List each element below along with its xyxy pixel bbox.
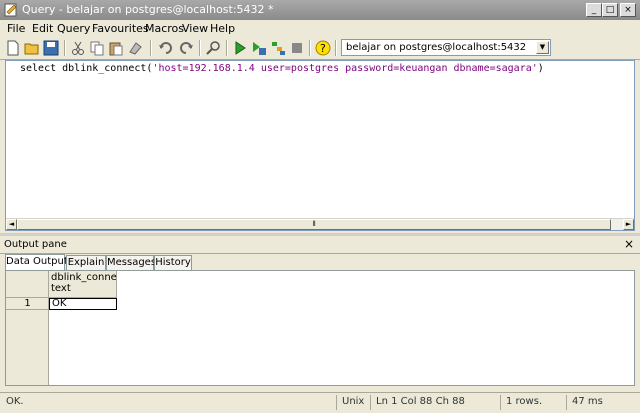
connection-value: belajar on postgres@localhost:5432: [346, 42, 527, 53]
connection-select[interactable]: belajar on postgres@localhost:5432 ▼: [341, 39, 551, 56]
row-number[interactable]: 1: [6, 298, 49, 310]
scroll-thumb[interactable]: ⦀: [17, 219, 611, 230]
close-button[interactable]: ×: [620, 3, 636, 17]
output-pane-title: Output pane: [4, 239, 67, 250]
help-icon[interactable]: ?: [315, 40, 331, 56]
tab-history[interactable]: History: [154, 255, 192, 270]
scroll-right-button[interactable]: ►: [623, 219, 634, 230]
execute-to-file-icon[interactable]: [251, 40, 267, 56]
column-header-label: dblink_conne text: [51, 272, 117, 294]
tab-explain[interactable]: Explain: [66, 255, 106, 270]
menu-help[interactable]: Help: [210, 22, 235, 35]
find-icon[interactable]: [205, 40, 221, 56]
tab-messages[interactable]: Messages: [106, 255, 156, 270]
status-message: OK.: [6, 396, 24, 407]
status-divider: [336, 395, 337, 410]
execute-icon[interactable]: [232, 40, 248, 56]
toolbar-separator: [150, 40, 152, 56]
cut-icon[interactable]: [70, 40, 86, 56]
grid-corner[interactable]: [6, 271, 49, 298]
column-header[interactable]: dblink_conne text: [49, 271, 117, 298]
toolbar-separator: [226, 40, 228, 56]
undo-icon[interactable]: [158, 40, 174, 56]
status-divider: [500, 395, 501, 410]
status-bar: OK. Unix Ln 1 Col 88 Ch 88 1 rows. 47 ms: [0, 392, 640, 413]
scroll-left-button[interactable]: ◄: [6, 219, 17, 230]
query-app-icon: [4, 3, 17, 17]
menu-query[interactable]: Query: [57, 22, 90, 35]
stop-icon[interactable]: [289, 40, 305, 56]
menu-bar: File Edit Query Favourites Macros View H…: [0, 20, 640, 37]
new-file-icon[interactable]: [5, 40, 21, 56]
sql-code-line: select dblink_connect('host=192.168.1.4 …: [20, 63, 544, 74]
toolbar-separator: [335, 40, 337, 56]
menu-favourites[interactable]: Favourites: [92, 22, 149, 35]
paste-icon[interactable]: [108, 40, 124, 56]
status-divider: [370, 395, 371, 410]
data-output-grid[interactable]: dblink_conne text 1 OK: [5, 270, 635, 386]
table-cell[interactable]: OK: [49, 298, 117, 310]
sql-editor[interactable]: select dblink_connect('host=192.168.1.4 …: [5, 60, 635, 231]
sql-code-prefix: select dblink_connect(: [20, 63, 153, 74]
title-bar: Query - belajar on postgres@localhost:54…: [0, 0, 640, 20]
redo-icon[interactable]: [178, 40, 194, 56]
explain-icon[interactable]: [270, 40, 286, 56]
maximize-button[interactable]: □: [602, 3, 618, 17]
status-line-endings: Unix: [342, 396, 365, 407]
menu-view[interactable]: View: [182, 22, 208, 35]
horizontal-scrollbar[interactable]: ◄ ⦀ ►: [6, 218, 634, 230]
menu-macros[interactable]: Macros: [145, 22, 184, 35]
window-title: Query - belajar on postgres@localhost:54…: [22, 3, 274, 16]
toolbar-separator: [64, 40, 66, 56]
clear-icon[interactable]: [127, 40, 143, 56]
status-row-count: 1 rows.: [506, 396, 543, 407]
sql-code-suffix: ): [537, 63, 544, 74]
menu-file[interactable]: File: [7, 22, 25, 35]
status-exec-time: 47 ms: [572, 396, 603, 407]
menu-edit[interactable]: Edit: [32, 22, 53, 35]
toolbar-separator: [199, 40, 201, 56]
close-output-pane-icon[interactable]: ×: [624, 237, 634, 251]
status-divider: [566, 395, 567, 410]
tab-data-output[interactable]: Data Output: [5, 254, 68, 270]
save-icon[interactable]: [43, 40, 59, 56]
svg-text:?: ?: [320, 42, 326, 55]
open-folder-icon[interactable]: [24, 40, 40, 56]
toolbar-separator: [309, 40, 311, 56]
output-pane-header: Output pane ×: [0, 237, 640, 254]
chevron-down-icon[interactable]: ▼: [536, 41, 549, 54]
sql-string-literal: 'host=192.168.1.4 user=postgres password…: [152, 63, 538, 74]
pane-splitter[interactable]: [0, 233, 640, 236]
copy-icon[interactable]: [89, 40, 105, 56]
status-cursor-position: Ln 1 Col 88 Ch 88: [376, 396, 465, 407]
minimize-button[interactable]: _: [586, 3, 602, 17]
